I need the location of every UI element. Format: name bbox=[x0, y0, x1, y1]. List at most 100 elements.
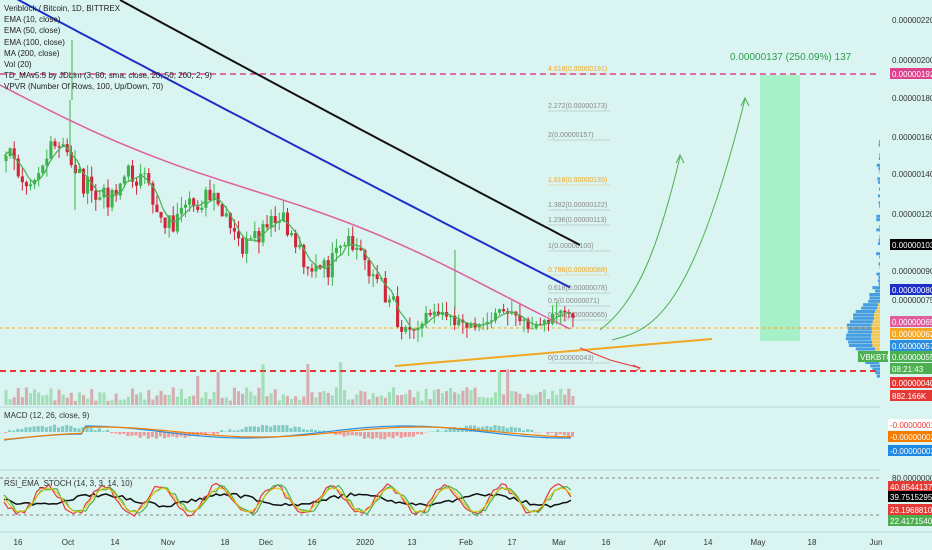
macd-hist-bar bbox=[505, 427, 509, 432]
macd-hist-bar bbox=[212, 432, 216, 435]
legend-td-ma[interactable]: TD_MAv5.5 by JDLim (3, 80, sma, close, 2… bbox=[4, 70, 212, 81]
candle-body bbox=[118, 183, 122, 196]
legend-volume[interactable]: Vol (20) bbox=[4, 59, 212, 70]
fib-label: 0.5(0.00000071) bbox=[548, 298, 599, 305]
volume-bar bbox=[110, 400, 114, 405]
macd-hist-bar bbox=[220, 430, 224, 432]
vp-buy-bar bbox=[869, 296, 881, 300]
legend-vpvr[interactable]: VPVR (Number Of Rows, 100, Up/Down, 70) bbox=[4, 81, 212, 92]
candle-body bbox=[542, 319, 546, 324]
candle-body bbox=[428, 312, 432, 316]
candle-body bbox=[204, 189, 208, 208]
volume-bar bbox=[555, 394, 559, 405]
candle-body bbox=[171, 215, 175, 232]
candle-body bbox=[563, 310, 567, 313]
volume-bar bbox=[273, 389, 277, 405]
candle-body bbox=[559, 310, 563, 314]
candle-body bbox=[241, 238, 245, 254]
volume-bar bbox=[98, 392, 102, 405]
price-badge: 0.00000103 bbox=[890, 239, 932, 250]
macd-hist-bar bbox=[232, 430, 236, 432]
volume-bar bbox=[396, 395, 400, 405]
volume-bar bbox=[183, 398, 188, 405]
volume-bar bbox=[510, 391, 514, 405]
volume-bar bbox=[530, 395, 534, 405]
macd-hist-bar bbox=[85, 427, 89, 432]
price-tick-label: 0.00000140 bbox=[892, 170, 932, 179]
volume-bar bbox=[518, 393, 522, 405]
vp-buy-bar bbox=[863, 303, 879, 307]
macd-hist-bar bbox=[12, 430, 16, 432]
vp-buy-bar bbox=[846, 333, 872, 337]
legend-ema10[interactable]: EMA (10, close) bbox=[4, 14, 212, 25]
legend-ema100[interactable]: EMA (100, close) bbox=[4, 37, 212, 48]
macd-hist-bar bbox=[407, 432, 411, 437]
time-tick-label: 18 bbox=[808, 538, 817, 547]
volume-bar bbox=[4, 389, 8, 405]
volume-bar bbox=[334, 387, 338, 405]
candle-body bbox=[334, 247, 338, 254]
vp-buy-bar bbox=[845, 337, 872, 341]
time-tick-label: 17 bbox=[508, 538, 517, 547]
macd-hist-bar bbox=[52, 424, 57, 432]
candle-body bbox=[338, 246, 343, 248]
fib-label: 1.618(0.00000135) bbox=[548, 177, 607, 184]
candle-body bbox=[41, 165, 45, 174]
macd-hist-bar bbox=[273, 425, 277, 432]
candle-body bbox=[502, 309, 506, 312]
volume-bar bbox=[192, 395, 196, 405]
price-badge: 0.00000040 bbox=[890, 377, 932, 388]
macd-hist-bar bbox=[297, 427, 301, 432]
macd-hist-bar bbox=[301, 429, 305, 432]
volume-bar bbox=[542, 389, 546, 405]
macd-hist-bar bbox=[207, 432, 212, 433]
macd-hist-bar bbox=[526, 429, 530, 432]
price-tick-label: 0.00000220 bbox=[892, 16, 932, 25]
volume-bar bbox=[506, 369, 510, 405]
volume-bar bbox=[200, 397, 204, 405]
candle-body bbox=[290, 233, 294, 236]
candle-body bbox=[110, 189, 114, 208]
candle-body bbox=[522, 319, 526, 322]
candle-body bbox=[355, 247, 359, 250]
macd-hist-bar bbox=[293, 426, 297, 432]
macd-hist-bar bbox=[154, 432, 158, 439]
volume-bar bbox=[86, 398, 90, 405]
time-tick-label: Oct bbox=[62, 538, 75, 547]
legend-ema50[interactable]: EMA (50, close) bbox=[4, 25, 212, 36]
volume-bar bbox=[514, 391, 518, 405]
volume-bar bbox=[404, 393, 408, 405]
volume-bar bbox=[546, 399, 551, 405]
macd-hist-bar bbox=[354, 432, 358, 436]
volume-bar bbox=[61, 394, 65, 405]
macd-hist-bar bbox=[318, 430, 322, 432]
volume-bar bbox=[379, 395, 383, 405]
volume-bar bbox=[489, 397, 493, 405]
candle-body bbox=[371, 274, 375, 277]
volume-bar bbox=[285, 395, 289, 405]
candle-body bbox=[20, 176, 24, 183]
volume-bar bbox=[363, 391, 367, 405]
candle-body bbox=[281, 212, 285, 221]
fib-label: 4.618(0.00000191) bbox=[548, 66, 607, 73]
price-tick-label: 0.00000090 bbox=[892, 267, 932, 276]
macd-hist-bar bbox=[134, 432, 138, 436]
volume-bar bbox=[371, 393, 375, 405]
legend-ma200[interactable]: MA (200, close) bbox=[4, 48, 212, 59]
fib-label: 1.236(0.00000113) bbox=[548, 217, 607, 224]
volume-bar bbox=[77, 392, 81, 405]
volume-bar bbox=[228, 400, 232, 405]
volume-bar bbox=[151, 399, 155, 405]
candle-body bbox=[298, 244, 302, 248]
volume-bar bbox=[12, 397, 16, 405]
candle-body bbox=[245, 238, 249, 254]
volume-bar bbox=[498, 372, 502, 405]
time-tick-label: 14 bbox=[111, 538, 120, 547]
vp-buy-bar bbox=[868, 299, 881, 303]
volume-bar bbox=[367, 399, 371, 405]
time-tick-label: Mar bbox=[552, 538, 566, 547]
price-tick-label: 0.00000200 bbox=[892, 56, 932, 65]
macd-hist-bar bbox=[118, 432, 122, 435]
volume-bar bbox=[106, 400, 110, 405]
pair-title[interactable]: Veriblock / Bitcoin, 1D, BITTREX bbox=[4, 3, 212, 14]
